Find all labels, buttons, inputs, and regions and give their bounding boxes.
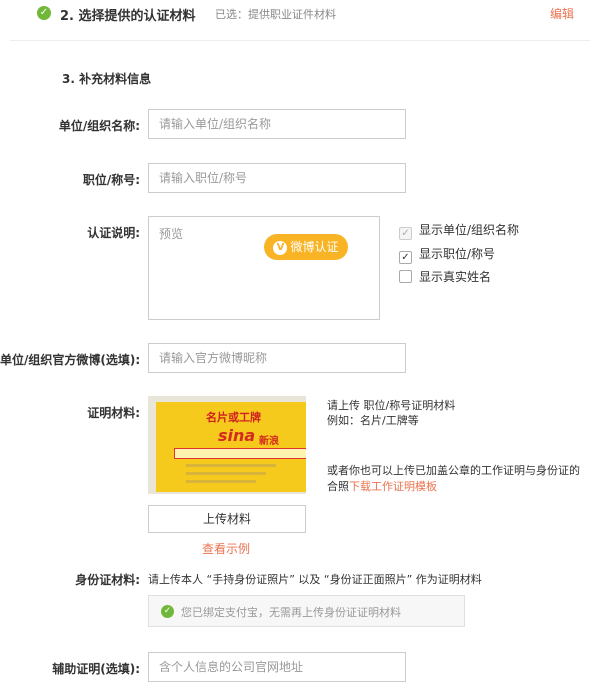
option-show-position-label: 显示职位/称号 <box>419 247 496 261</box>
aux-proof-label: 辅助证明(选填): <box>52 662 140 676</box>
description-label: 认证说明: <box>87 226 140 240</box>
business-card: 名片或工牌 sina 新浪 <box>156 402 306 492</box>
option-show-position[interactable]: ✓ 显示职位/称号 <box>399 245 495 264</box>
check-circle-icon: ✓ <box>161 605 174 618</box>
id-proof-description: 请上传本人 “手持身份证照片” 以及 “身份证正面照片” 作为证明材料 <box>148 573 482 586</box>
sina-logo-cn: 新浪 <box>259 436 279 447</box>
option-show-org-label: 显示单位/组织名称 <box>419 223 520 237</box>
id-proof-label: 身份证材料: <box>75 573 140 587</box>
alt-proof-tip: 或者你也可以上传已加盖公章的工作证明与身份证的合照下载工作证明模板 <box>327 463 589 495</box>
checkbox-unchecked-icon <box>399 270 412 283</box>
weibo-verify-button[interactable]: V 微博认证 <box>264 234 348 260</box>
download-template-link[interactable]: 下载工作证明模板 <box>349 480 437 493</box>
check-circle-icon: ✓ <box>37 6 51 20</box>
weibo-v-icon: V <box>273 241 288 255</box>
position-input[interactable] <box>148 163 406 193</box>
weibo-verify-label: 微博认证 <box>290 240 339 254</box>
alipay-bound-text: 您已绑定支付宝，无需再上传身份证证明材料 <box>181 606 401 619</box>
checkbox-checked-disabled-icon: ✓ <box>399 227 412 240</box>
aux-proof-input[interactable] <box>148 652 406 682</box>
proof-label: 证明材料: <box>87 406 140 420</box>
upload-materials-button[interactable]: 上传材料 <box>148 505 306 533</box>
edit-link[interactable]: 编辑 <box>550 5 574 22</box>
card-text-line <box>186 480 256 483</box>
proof-tip: 请上传 职位/称号证明材料 例如：名片/工牌等 <box>327 398 455 428</box>
proof-tip-line1: 请上传 职位/称号证明材料 <box>327 399 456 412</box>
position-label: 职位/称号: <box>82 173 140 187</box>
official-weibo-label: 单位/组织官方微博(选填): <box>0 353 141 367</box>
checkbox-checked-icon: ✓ <box>399 251 412 264</box>
section-divider <box>10 40 590 41</box>
step2-header: ✓ 2. 选择提供的认证材料 已选：提供职业证件材料 编辑 <box>0 0 600 26</box>
step2-selected-summary: 已选：提供职业证件材料 <box>215 8 336 21</box>
sample-business-card-image: 名片或工牌 sina 新浪 <box>148 396 306 494</box>
option-show-realname-label: 显示真实姓名 <box>419 270 492 284</box>
org-name-label: 单位/组织名称: <box>58 119 140 133</box>
card-text-line <box>186 472 266 475</box>
proof-tip-line2: 例如：名片/工牌等 <box>327 414 419 427</box>
section3-title: 3. 补充材料信息 <box>62 72 152 86</box>
alipay-bound-notice: ✓ 您已绑定支付宝，无需再上传身份证证明材料 <box>148 595 465 627</box>
card-highlight-strip <box>174 448 306 459</box>
org-name-input[interactable] <box>148 109 406 139</box>
option-show-realname[interactable]: 显示真实姓名 <box>399 268 491 285</box>
option-show-org[interactable]: ✓ 显示单位/组织名称 <box>399 221 519 240</box>
sina-logo: sina <box>218 426 256 445</box>
step2-title: 2. 选择提供的认证材料 <box>60 9 196 24</box>
description-textarea[interactable] <box>148 216 380 320</box>
sample-caption: 名片或工牌 <box>206 411 261 424</box>
view-example-link[interactable]: 查看示例 <box>202 540 250 557</box>
official-weibo-input[interactable] <box>148 343 406 373</box>
card-text-line <box>186 464 276 467</box>
